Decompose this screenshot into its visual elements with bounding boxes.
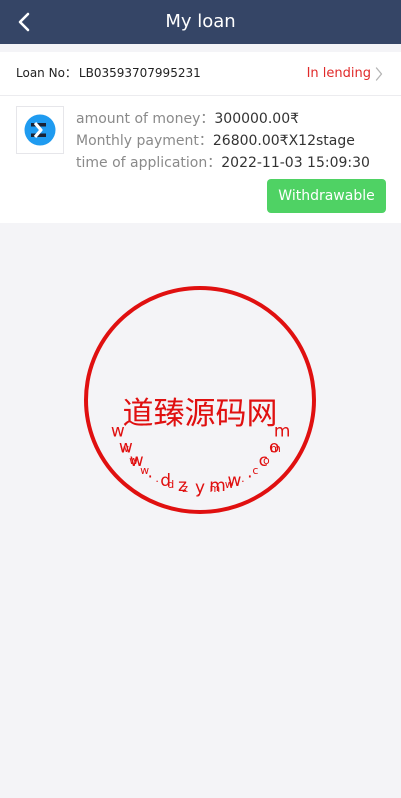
stamp-bottom-arc: www. d z y m w .com xyxy=(120,442,281,496)
loan-card: Loan No： LB03593707995231 In lending amou… xyxy=(0,52,401,223)
loan-number-label: Loan No： xyxy=(16,66,77,80)
stamp-top-arc-char: m xyxy=(274,422,291,442)
stamp-bottom-arc-char: c xyxy=(252,464,258,477)
stamp-bottom-arc-char: w xyxy=(129,454,138,467)
loan-status-text: In lending xyxy=(306,66,371,81)
stamp-bottom-arc-char: m xyxy=(210,482,221,495)
loan-number: Loan No： LB03593707995231 xyxy=(16,52,201,95)
stamp-bottom-arc-char: w xyxy=(140,464,149,477)
amount-line: amount of money：300000.00₹ xyxy=(76,108,299,128)
loan-logo xyxy=(16,106,64,154)
loan-header-row: Loan No： LB03593707995231 In lending xyxy=(0,52,401,96)
time-label: time of application： xyxy=(76,155,222,171)
loan-number-value: LB03593707995231 xyxy=(78,66,201,80)
stamp-center-text: 道臻源码网 xyxy=(123,396,278,432)
stamp-bottom-arc-char: w xyxy=(225,478,234,491)
chevron-right-icon xyxy=(375,66,383,81)
monthly-line: Monthly payment：26800.00₹X12stage xyxy=(76,130,355,150)
stamp-bottom-arc-char: o xyxy=(263,454,270,467)
stamp-bottom-arc-char: z xyxy=(182,482,188,495)
monthly-value: 26800.00₹X12stage xyxy=(212,133,355,149)
app-header: My loan xyxy=(0,0,401,44)
stamp-bottom-arc-char: m xyxy=(270,442,281,455)
monthly-label: Monthly payment： xyxy=(76,133,213,149)
amount-label: amount of money： xyxy=(76,111,215,127)
time-value: 2022-11-03 15:09:30 xyxy=(221,155,370,171)
stamp-bottom-arc-char: w xyxy=(120,442,129,455)
stamp-bottom-arc-char: y xyxy=(197,483,204,496)
stamp-bottom-arc-char: . xyxy=(241,472,245,485)
amount-value: 300000.00₹ xyxy=(214,111,300,127)
withdrawable-button[interactable]: Withdrawable xyxy=(267,179,386,213)
rupee-logo-icon xyxy=(24,114,56,146)
page-title: My loan xyxy=(165,11,236,32)
loan-status-link[interactable]: In lending xyxy=(307,52,383,95)
stamp-bottom-arc-char: d xyxy=(167,478,174,491)
watermark-stamp: 道臻源码网 www. d z y m w .com www. d z y m w .com xyxy=(84,286,316,514)
time-line: time of application：2022-11-03 15:09:30 xyxy=(76,152,370,172)
stamp-bottom-arc-char: . xyxy=(155,472,159,485)
